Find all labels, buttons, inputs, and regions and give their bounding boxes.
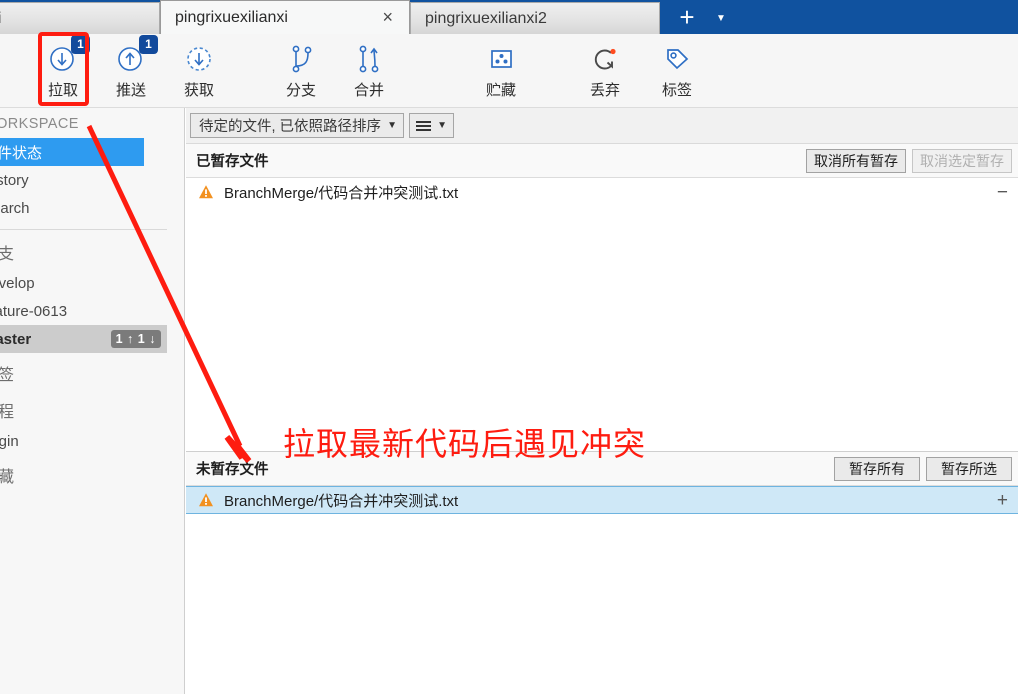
- unstage-selected-button[interactable]: 取消选定暂存: [912, 149, 1012, 173]
- minus-icon[interactable]: −: [997, 183, 1010, 202]
- file-path: BranchMerge/代码合并冲突测试.txt: [224, 490, 458, 511]
- sort-order-value: 待定的文件, 已依照路径排序: [199, 115, 381, 136]
- branch-button[interactable]: 分支: [267, 37, 335, 105]
- sidebar-item-history[interactable]: History: [0, 166, 184, 194]
- stash-label: 贮藏: [486, 79, 516, 100]
- branch-label: 分支: [286, 79, 316, 100]
- unstaged-file-list[interactable]: BranchMerge/代码合并冲突测试.txt +: [186, 486, 1018, 514]
- sidebar-item-label: origin: [0, 433, 19, 450]
- sidebar-group-tags: 标签: [0, 353, 184, 390]
- sidebar-item-label: feature-0613: [0, 303, 67, 320]
- sidebar-section-workspace: WORKSPACE: [0, 108, 184, 138]
- staged-section-buttons: 取消所有暂存 取消选定暂存: [806, 149, 1012, 173]
- close-icon[interactable]: ×: [372, 8, 395, 28]
- staged-file-list[interactable]: BranchMerge/代码合并冲突测试.txt −: [186, 178, 1018, 452]
- toolbar: 1 拉取 1 推送 获取: [0, 34, 1018, 108]
- sidebar-branch-master[interactable]: master 1 ↑ 1 ↓: [0, 325, 167, 353]
- ahead-count: 1: [116, 332, 123, 346]
- sidebar-branch-develop[interactable]: develop: [0, 269, 184, 297]
- behind-count: 1: [138, 332, 145, 346]
- fetch-dashed-circle-arrow-icon: [184, 42, 214, 76]
- file-name-cell: BranchMerge/代码合并冲突测试.txt: [198, 490, 458, 511]
- stash-box-icon: [486, 42, 516, 76]
- file-name-cell: BranchMerge/代码合并冲突测试.txt: [198, 182, 458, 203]
- title-bar: pi pingrixuexilianxi × pingrixuexilianxi…: [0, 0, 1018, 34]
- sidebar-branch-feature-0613[interactable]: feature-0613: [0, 297, 184, 325]
- fetch-label: 获取: [184, 79, 214, 100]
- plus-icon[interactable]: +: [997, 491, 1010, 510]
- tab-label: pingrixuexilianxi2: [425, 10, 547, 28]
- sidebar-group-stashes: 贮藏: [0, 455, 184, 492]
- status-badge: 1 ↑ 1 ↓: [111, 330, 161, 348]
- sidebar: WORKSPACE 文件状态 History Search 分支 develop…: [0, 108, 185, 694]
- sidebar-item-label: master: [0, 331, 31, 348]
- pull-button[interactable]: 1 拉取: [29, 37, 97, 105]
- stage-all-button[interactable]: 暂存所有: [834, 457, 920, 481]
- file-path: BranchMerge/代码合并冲突测试.txt: [224, 182, 458, 203]
- table-row[interactable]: BranchMerge/代码合并冲突测试.txt −: [186, 178, 1018, 206]
- view-mode-select[interactable]: ▼: [409, 113, 454, 138]
- warning-triangle-icon: [198, 184, 214, 200]
- merge-button[interactable]: 合并: [335, 37, 403, 105]
- sourcetree-window: pi pingrixuexilianxi × pingrixuexilianxi…: [0, 0, 1018, 694]
- list-view-icon: [416, 121, 431, 131]
- sidebar-item-label: History: [0, 172, 29, 189]
- unstage-all-button[interactable]: 取消所有暂存: [806, 149, 906, 173]
- tab-pingrixuexilianxi2[interactable]: pingrixuexilianxi2: [410, 2, 660, 34]
- discard-button[interactable]: 丢弃: [571, 37, 639, 105]
- chevron-down-icon: ▼: [431, 120, 453, 131]
- tag-button[interactable]: 标签: [643, 37, 711, 105]
- chevron-down-icon: ▼: [381, 120, 403, 131]
- tag-label: 标签: [662, 79, 692, 100]
- sidebar-divider: [0, 229, 167, 230]
- sidebar-item-label: 文件状态: [0, 142, 42, 163]
- arrow-up-icon: ↑: [127, 332, 134, 346]
- tab-label: pingrixuexilianxi: [175, 9, 288, 27]
- push-count-badge: 1: [139, 35, 158, 54]
- push-label: 推送: [116, 79, 146, 100]
- unstaged-section-buttons: 暂存所有 暂存所选: [834, 457, 1012, 481]
- tag-icon: [662, 42, 692, 76]
- tab-pi[interactable]: pi: [0, 2, 160, 34]
- fetch-button[interactable]: 获取: [165, 37, 233, 105]
- sidebar-group-remotes: 远程: [0, 390, 184, 427]
- unstaged-section-header: 未暂存文件 暂存所有 暂存所选: [186, 452, 1018, 486]
- sort-order-select[interactable]: 待定的文件, 已依照路径排序 ▼: [190, 113, 404, 138]
- sidebar-group-branches: 分支: [0, 232, 184, 269]
- discard-label: 丢弃: [590, 79, 620, 100]
- pull-count-badge: 1: [71, 35, 90, 54]
- main-panel: 待定的文件, 已依照路径排序 ▼ ▼ 已暂存文件 取消所有暂存 取消选定暂存: [186, 108, 1018, 694]
- warning-triangle-icon: [198, 492, 214, 508]
- table-row[interactable]: BranchMerge/代码合并冲突测试.txt +: [186, 486, 1018, 514]
- add-tab-button[interactable]: +: [676, 4, 698, 30]
- sidebar-item-label: develop: [0, 275, 35, 292]
- stash-button[interactable]: 贮藏: [467, 37, 535, 105]
- tab-pingrixuexilianxi[interactable]: pingrixuexilianxi ×: [160, 0, 410, 34]
- chevron-down-icon[interactable]: ▼: [716, 13, 726, 24]
- merge-label: 合并: [354, 79, 384, 100]
- arrow-down-icon: ↓: [149, 332, 156, 346]
- merge-icon: [354, 42, 384, 76]
- sidebar-remote-origin[interactable]: origin: [0, 427, 184, 455]
- sidebar-item-file-status[interactable]: 文件状态: [0, 138, 144, 166]
- staged-section-header: 已暂存文件 取消所有暂存 取消选定暂存: [186, 144, 1018, 178]
- pull-label: 拉取: [48, 79, 78, 100]
- staged-section-title: 已暂存文件: [196, 150, 269, 171]
- discard-refresh-icon: [590, 42, 620, 76]
- sidebar-item-search[interactable]: Search: [0, 194, 184, 222]
- sidebar-item-label: Search: [0, 200, 30, 217]
- branch-icon: [286, 42, 316, 76]
- unstaged-section-title: 未暂存文件: [196, 458, 269, 479]
- tab-label: pi: [0, 10, 1, 28]
- push-button[interactable]: 1 推送: [97, 37, 165, 105]
- stage-selected-button[interactable]: 暂存所选: [926, 457, 1012, 481]
- filter-bar: 待定的文件, 已依照路径排序 ▼ ▼: [186, 108, 1018, 144]
